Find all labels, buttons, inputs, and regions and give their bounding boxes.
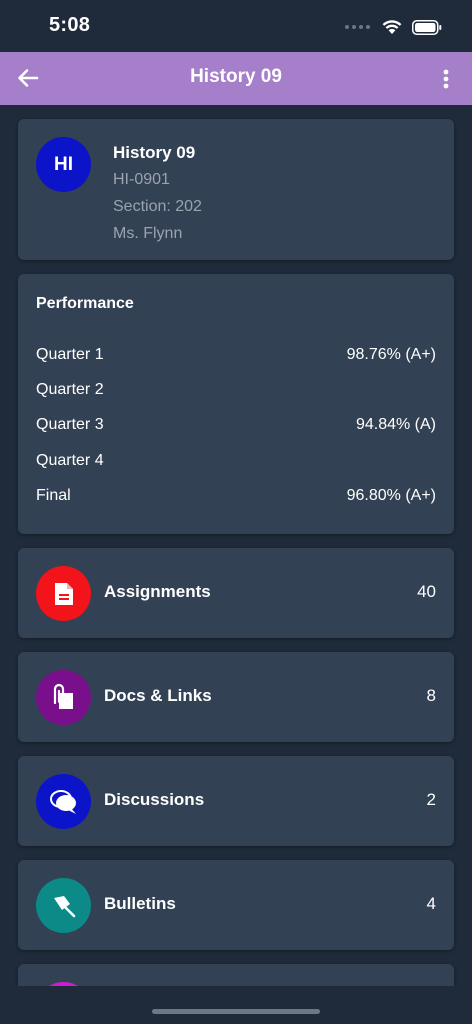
bulletins-label: Bulletins	[104, 894, 176, 913]
performance-card: Performance Quarter 1 98.76% (A+) Quarte…	[18, 274, 454, 534]
home-indicator[interactable]	[152, 1009, 320, 1014]
performance-row: Quarter 3 94.84% (A)	[36, 408, 436, 443]
chat-bubbles-icon	[49, 789, 76, 814]
performance-row: Quarter 2	[36, 372, 436, 407]
course-card: HI History 09 HI-0901 Section: 202 Ms. F…	[18, 119, 454, 260]
course-info: History 09 HI-0901 Section: 202 Ms. Flyn…	[113, 140, 202, 247]
assignments-item[interactable]: Assignments 40	[18, 548, 454, 638]
docs-links-icon-badge	[36, 670, 91, 725]
bulletins-count: 4	[426, 894, 436, 913]
course-title: History 09	[113, 143, 196, 162]
performance-row: Quarter 4	[36, 443, 436, 478]
course-section: Section: 202	[113, 198, 202, 215]
document-icon	[54, 582, 73, 605]
course-avatar: HI	[36, 137, 91, 192]
course-code: HI-0901	[113, 171, 170, 188]
quarter-label: Final	[36, 487, 71, 505]
docs-links-count: 8	[426, 686, 436, 705]
bottom-bar	[0, 986, 472, 1024]
assignments-label: Assignments	[104, 582, 211, 601]
status-icons	[345, 16, 442, 38]
performance-row: Quarter 1 98.76% (A+)	[36, 337, 436, 372]
bulletins-icon-badge	[36, 878, 91, 933]
discussions-icon-badge	[36, 774, 91, 829]
status-bar: 5:08	[0, 0, 472, 52]
pushpin-icon	[53, 895, 75, 917]
course-teacher: Ms. Flynn	[113, 225, 183, 242]
performance-title: Performance	[36, 295, 134, 312]
grade-value: 94.84% (A)	[355, 416, 436, 434]
page-title: History 09	[190, 66, 282, 87]
quarter-label: Quarter 1	[36, 345, 104, 363]
performance-row: Final 96.80% (A+)	[36, 479, 436, 514]
docs-links-item[interactable]: Docs & Links 8	[18, 652, 454, 742]
cellular-signal-icon	[345, 25, 370, 29]
discussions-item[interactable]: Discussions 2	[18, 756, 454, 846]
status-time: 5:08	[49, 14, 91, 36]
battery-icon	[412, 19, 442, 35]
grade-value: 98.76% (A+)	[346, 345, 436, 363]
more-vertical-icon	[443, 69, 449, 89]
docs-links-label: Docs & Links	[104, 686, 212, 705]
bulletins-item[interactable]: Bulletins 4	[18, 860, 454, 950]
more-options-button[interactable]	[438, 65, 454, 93]
quarter-label: Quarter 4	[36, 451, 104, 469]
assignments-count: 40	[417, 582, 436, 601]
performance-list: Quarter 1 98.76% (A+) Quarter 2 Quarter …	[36, 337, 436, 514]
quarter-label: Quarter 3	[36, 416, 104, 434]
paperclip-icon	[53, 683, 73, 709]
grade-value: 96.80% (A+)	[346, 487, 436, 505]
quarter-label: Quarter 2	[36, 381, 104, 399]
discussions-label: Discussions	[104, 790, 205, 809]
app-bar: History 09	[0, 52, 472, 105]
assignments-icon-badge	[36, 566, 91, 621]
wifi-icon	[382, 20, 402, 34]
discussions-count: 2	[426, 790, 436, 809]
